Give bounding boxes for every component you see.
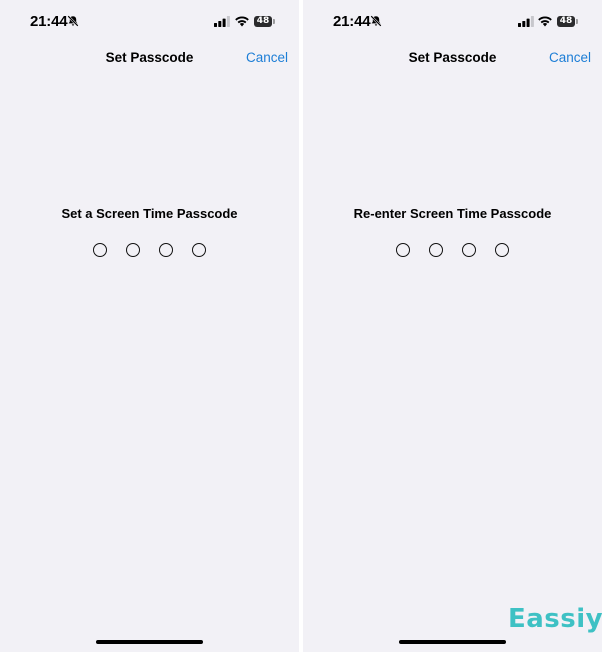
passcode-dot-2 [429, 243, 443, 257]
passcode-dots[interactable] [303, 243, 602, 258]
cellular-signal-icon [214, 16, 230, 27]
passcode-dot-3 [159, 243, 173, 257]
home-indicator[interactable] [96, 640, 203, 644]
passcode-dot-4 [495, 243, 509, 257]
status-time: 21:44 [333, 13, 371, 30]
battery-cap [576, 19, 578, 24]
phone-screen-reenter-passcode: 21:44 48 Set Passcode Cancel Re-enter Sc… [303, 0, 602, 652]
passcode-dot-3 [462, 243, 476, 257]
wifi-icon [235, 16, 249, 27]
bell-slash-icon [67, 15, 79, 27]
battery-icon: 48 [557, 16, 579, 27]
cellular-signal-icon [518, 16, 534, 27]
passcode-dot-4 [192, 243, 206, 257]
cancel-button[interactable]: Cancel [549, 50, 591, 65]
passcode-dot-1 [396, 243, 410, 257]
status-time: 21:44 [30, 13, 68, 30]
phone-screen-set-passcode: 21:44 48 Set Passcode Cancel Set a Scree… [0, 0, 299, 652]
passcode-dots[interactable] [0, 243, 299, 258]
status-bar: 21:44 48 [0, 0, 299, 44]
cancel-button[interactable]: Cancel [246, 50, 288, 65]
passcode-prompt: Re-enter Screen Time Passcode [353, 206, 552, 221]
passcode-dot-2 [126, 243, 140, 257]
battery-cap [273, 19, 275, 24]
status-bar: 21:44 48 [303, 0, 602, 44]
bell-slash-icon [370, 15, 382, 27]
battery-level: 48 [254, 16, 272, 27]
wifi-icon [538, 16, 552, 27]
home-indicator[interactable] [399, 640, 506, 644]
passcode-prompt: Set a Screen Time Passcode [61, 206, 238, 221]
passcode-dot-1 [93, 243, 107, 257]
watermark-logo: Eassiy [508, 604, 602, 634]
battery-icon: 48 [254, 16, 276, 27]
battery-level: 48 [557, 16, 575, 27]
screenshot-canvas: 21:44 48 Set Passcode Cancel Set a Scree… [0, 0, 602, 652]
